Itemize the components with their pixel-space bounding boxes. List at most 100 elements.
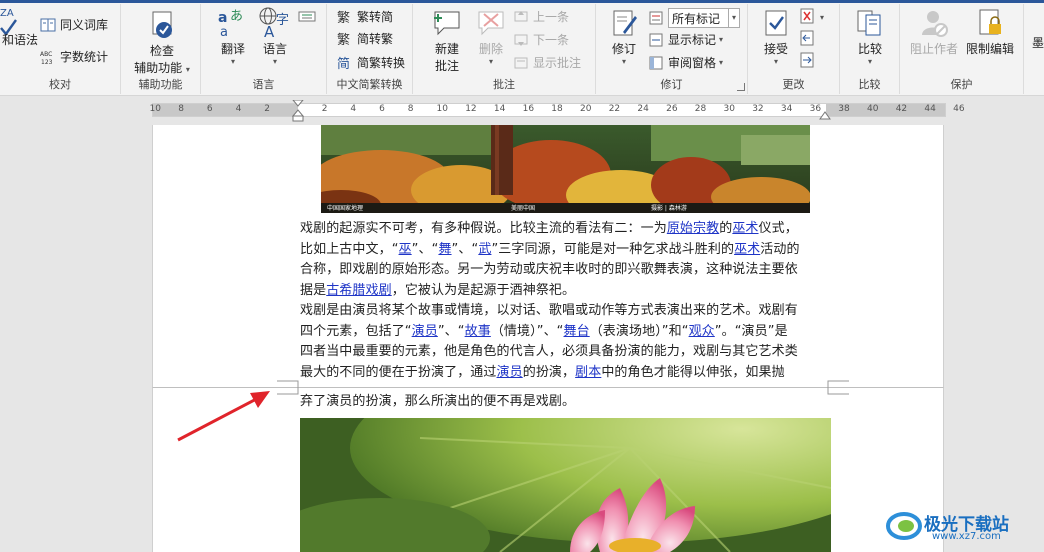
next-icon <box>513 32 529 48</box>
review-pane-button[interactable]: 审阅窗格 ▾ <box>648 54 723 71</box>
show-markup-button[interactable]: 显示标记 ▾ <box>648 31 723 48</box>
document-page-1[interactable]: 中国国家地理 美丽中国 摄影 | 森林游 戏剧的起源实不可考，有多种假说。比较主… <box>152 125 944 388</box>
ruler-number: 2 <box>264 104 271 114</box>
previous-change-button[interactable] <box>800 30 816 50</box>
text-line: 四者当中最重要的元素，他是角色的代言人，必须具备扮演的能力，戏剧与其它艺术类 <box>300 344 798 359</box>
svg-text:A: A <box>264 23 275 38</box>
markup-dropdown[interactable]: 所有标记 ▾ <box>668 8 740 28</box>
svg-text:a: a <box>220 25 228 38</box>
ruler-number: 24 <box>637 104 649 114</box>
show-comments-icon <box>513 55 529 71</box>
dialog-launcher-icon[interactable] <box>737 83 745 91</box>
ruler-number: 14 <box>493 104 506 114</box>
link-actor[interactable]: 演员 <box>412 324 438 339</box>
check-label-1: 检查 <box>149 44 174 58</box>
page-corner-mark-left <box>277 387 299 395</box>
traditional-to-simplified-button[interactable]: 繁 繁转简 <box>337 8 393 26</box>
chevron-down-icon[interactable]: ▾ <box>727 9 739 27</box>
text-run: ”三字同源，可能是对一种乞求战斗胜利的 <box>491 241 735 257</box>
simp-to-trad-icon: 繁 <box>337 31 353 48</box>
right-indent-marker-icon[interactable] <box>819 111 831 121</box>
translate-icon: a あ a <box>218 9 243 38</box>
new-comment-button[interactable]: 新建 批注 <box>421 8 473 74</box>
link-stage[interactable]: 舞台 <box>564 324 590 339</box>
link-wu-martial[interactable]: 武 <box>478 242 491 257</box>
trad-to-simp-icon: 繁 <box>337 9 353 26</box>
previous-change-icon <box>800 30 814 46</box>
next-comment-button[interactable]: 下一条 <box>513 31 569 48</box>
autumn-landscape-image: 中国国家地理 美丽中国 摄影 | 森林游 <box>321 125 810 213</box>
link-greek-drama[interactable]: 古希腊戏剧 <box>326 283 392 298</box>
link-actor-2[interactable]: 演员 <box>497 365 523 380</box>
reject-button[interactable]: ▾ <box>800 8 830 28</box>
compare-button[interactable]: 比较 ▾ <box>848 8 892 66</box>
compare-icon <box>857 10 881 36</box>
convert-button[interactable]: 简 简繁转换 <box>337 54 405 72</box>
block-authors-button[interactable]: 阻止作者 <box>906 8 962 57</box>
body-text-page-1[interactable]: 戏剧的起源实不可考，有多种假说。比较主流的看法有二：一为原始宗教的巫术仪式， 比… <box>300 219 832 383</box>
text-run: 据是 <box>300 282 327 298</box>
body-text-page-2[interactable]: 弃了演员的扮演，那么所演出的便不再是戏剧。 <box>300 392 832 413</box>
link-primitive-religion[interactable]: 原始宗教 <box>667 221 719 236</box>
show-markup-label: 显示标记 <box>668 33 717 47</box>
text-run: ”、“ <box>451 241 479 257</box>
accept-button[interactable]: 接受 ▾ <box>756 8 796 66</box>
chevron-down-icon: ▾ <box>773 57 778 66</box>
next-change-button[interactable] <box>800 52 816 72</box>
ruler-number: 2 <box>321 104 328 114</box>
markup-select[interactable]: 所有标记 ▾ <box>648 8 740 28</box>
keyboard-icon[interactable] <box>298 8 316 27</box>
indent-marker-icon[interactable] <box>292 100 304 122</box>
svg-text:字: 字 <box>276 13 289 28</box>
text-run: 仪式， <box>758 221 798 236</box>
previous-comment-button[interactable]: 上一条 <box>513 8 569 25</box>
group-label-language: 语言 <box>252 78 275 91</box>
ribbon-accent-line <box>0 0 1044 3</box>
next-label: 下一条 <box>533 33 570 47</box>
language-label: 语言 <box>262 42 287 56</box>
text-run: ”。“演员”是 <box>714 323 788 339</box>
group-protect: 阻止作者 限制编辑 保护 <box>900 4 1024 94</box>
track-changes-button[interactable]: 修订 ▾ <box>604 8 644 66</box>
lock-icon <box>979 9 1001 35</box>
check-label-2-text: 辅助功能 <box>134 61 183 75</box>
word-count-label: 字数统计 <box>60 50 109 64</box>
show-comments-button[interactable]: 显示批注 <box>513 54 581 71</box>
text-run: （表演场地）”和“ <box>589 323 689 339</box>
svg-text:简: 简 <box>337 56 350 71</box>
new-comment-label-1: 新建 <box>434 42 459 56</box>
link-script[interactable]: 剧本 <box>575 365 601 380</box>
link-audience[interactable]: 观众 <box>689 324 715 339</box>
horizontal-ruler[interactable]: 10 8 6 4 2 2 4 6 8 10 12 14 16 18 20 22 24 26 28 30 32 34 36 38… <box>150 100 965 122</box>
check-accessibility-button[interactable]: 检查 辅助功能 ▾ <box>129 10 195 76</box>
site-watermark-logo: 极光下载站 www.xz7.com <box>884 508 1036 544</box>
accessibility-check-icon <box>152 11 172 38</box>
simplified-to-traditional-button[interactable]: 繁 简转繁 <box>337 30 393 48</box>
markup-value: 所有标记 <box>672 11 721 26</box>
delete-comment-button[interactable]: 删除 ▾ <box>471 8 511 66</box>
restrict-label: 限制编辑 <box>965 42 1014 56</box>
restrict-editing-button[interactable]: 限制编辑 <box>962 8 1018 57</box>
link-wu-dance[interactable]: 舞 <box>438 242 451 257</box>
text-run: 中的角色才能得以伸张，如果抛 <box>601 364 785 380</box>
ink-group-edge[interactable]: 墨 <box>1032 34 1044 51</box>
link-story[interactable]: 故事 <box>465 324 491 339</box>
image-watermark-right: 摄影 | 森林游 <box>651 204 687 212</box>
ruler-number: 10 <box>436 104 448 114</box>
translate-button[interactable]: a あ a 翻译 ▾ <box>211 6 255 66</box>
link-wu-shaman[interactable]: 巫 <box>399 242 412 257</box>
word-count-button[interactable]: ABC 123 字数统计 <box>40 48 109 66</box>
svg-text:▾: ▾ <box>820 13 824 22</box>
link-witchcraft[interactable]: 巫术 <box>732 221 758 236</box>
text-run: （情境）”、“ <box>490 323 564 339</box>
link-witchcraft-2[interactable]: 巫术 <box>734 242 760 257</box>
ruler-number: 44 <box>924 104 936 114</box>
thesaurus-button[interactable]: 同义词库 <box>40 16 108 33</box>
ruler-number: 42 <box>895 104 908 114</box>
text-run: ，它被认为是起源于酒神祭祀。 <box>391 282 576 298</box>
text-run: 比如上古中文，“ <box>300 241 399 257</box>
text-run: 戏剧的起源实不可考，有多种假说。比较主流的看法有二：一为 <box>300 221 667 236</box>
track-label: 修订 <box>611 42 636 56</box>
language-button[interactable]: 字 A 语言 ▾ <box>255 6 295 66</box>
translate-label: 翻译 <box>220 42 245 56</box>
